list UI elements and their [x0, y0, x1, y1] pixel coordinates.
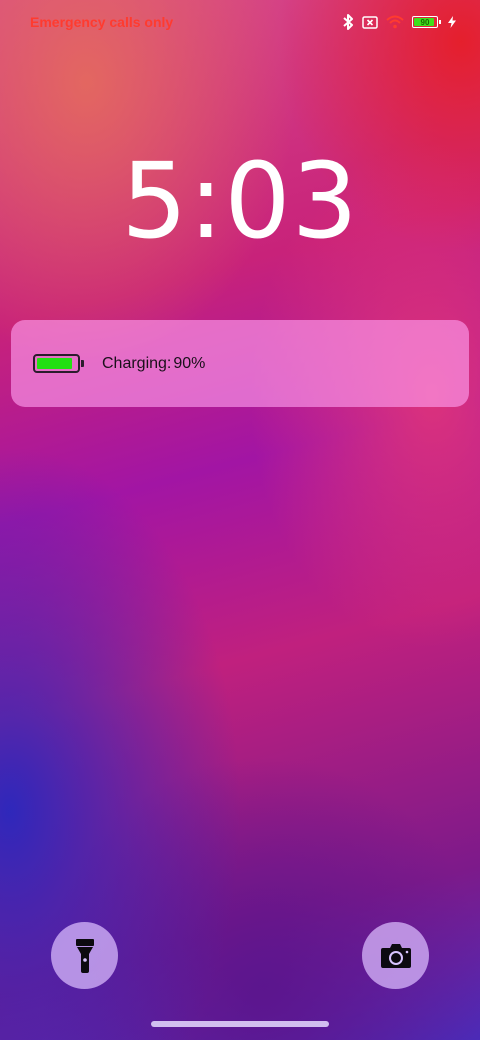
status-bar: Emergency calls only 90	[0, 0, 480, 44]
charging-percent: 90%	[173, 354, 206, 372]
home-indicator[interactable]	[151, 1021, 329, 1027]
no-sim-icon	[362, 15, 378, 29]
charging-status: Charging: 90%	[102, 355, 205, 373]
camera-button[interactable]	[362, 922, 429, 989]
charging-bolt-icon	[448, 16, 456, 28]
carrier-text: Emergency calls only	[30, 14, 174, 30]
wifi-icon	[386, 15, 404, 29]
battery-percent-text: 90	[420, 17, 430, 27]
flashlight-icon	[75, 938, 94, 973]
battery-icon	[33, 354, 84, 373]
flashlight-button[interactable]	[51, 922, 118, 989]
camera-icon	[380, 943, 411, 968]
lock-clock: 5:03	[121, 140, 359, 262]
charging-label: Charging:	[102, 354, 172, 372]
bluetooth-icon	[342, 14, 354, 30]
charging-notification[interactable]: Charging: 90%	[11, 320, 469, 407]
status-icons: 90	[342, 12, 456, 32]
battery-icon: 90	[412, 16, 441, 28]
